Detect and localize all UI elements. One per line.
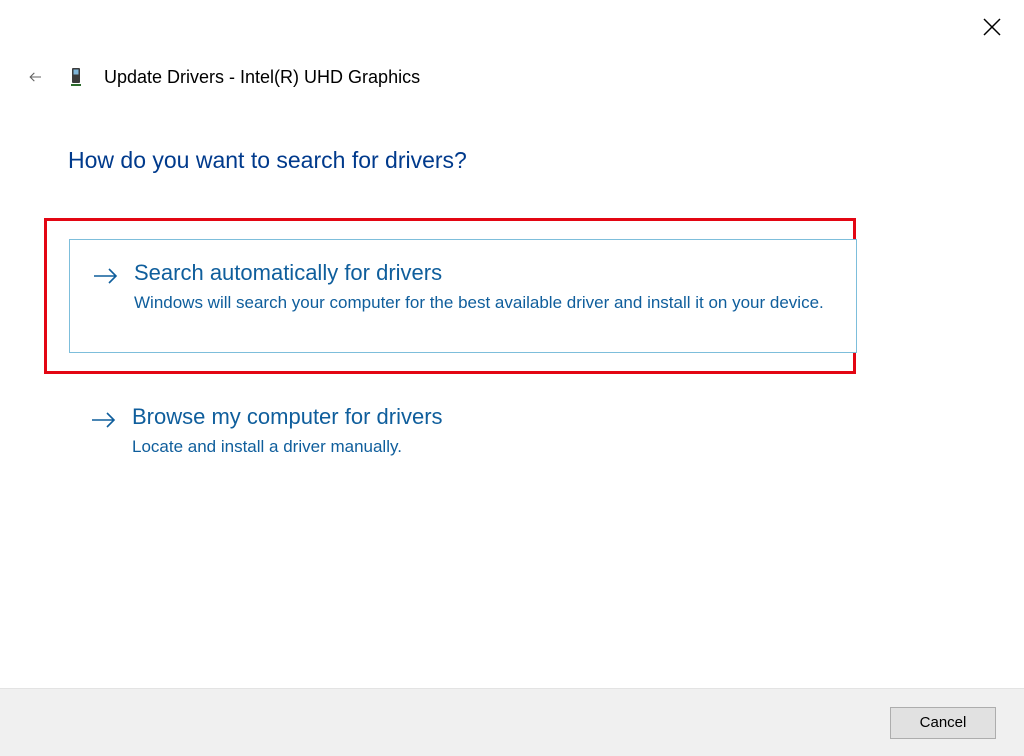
highlight-annotation: Search automatically for drivers Windows… [44,218,856,374]
back-arrow-icon [26,67,46,87]
dialog-footer: Cancel [0,688,1024,756]
page-heading: How do you want to search for drivers? [68,147,1024,174]
search-automatically-option[interactable]: Search automatically for drivers Windows… [69,239,857,353]
option-description: Locate and install a driver manually. [132,434,828,460]
close-button[interactable] [980,15,1004,39]
device-icon [68,66,84,88]
cancel-button[interactable]: Cancel [890,707,996,739]
browse-computer-option[interactable]: Browse my computer for drivers Locate an… [68,392,856,476]
option-description: Windows will search your computer for th… [134,290,828,316]
dialog-title: Update Drivers - Intel(R) UHD Graphics [104,67,420,88]
dialog-content: How do you want to search for drivers? S… [0,89,1024,475]
dialog-header: Update Drivers - Intel(R) UHD Graphics [0,0,1024,89]
back-button[interactable] [24,65,48,89]
arrow-right-icon [90,406,118,434]
option-title: Browse my computer for drivers [132,404,828,430]
close-icon [983,18,1001,36]
option-title: Search automatically for drivers [134,260,828,286]
arrow-right-icon [92,262,120,290]
